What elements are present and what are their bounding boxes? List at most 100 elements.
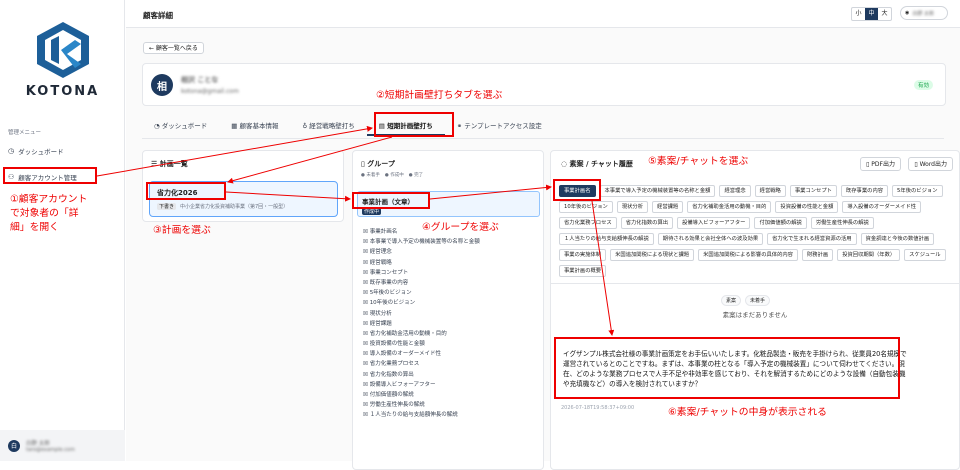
group-item[interactable]: ☒ 省力化業務プロセス — [363, 359, 480, 369]
tab-basic-info[interactable]: ▦ 顧客基本情報 — [219, 116, 290, 136]
group-title-text: グループ — [367, 160, 395, 168]
plan-list-title-text: 計画一覧 — [159, 160, 188, 168]
group-item-label: 10年後のビジョン — [369, 300, 416, 307]
customer-name: 相沢 ことな — [181, 76, 219, 84]
group-item-label: 省力化補助金活用の動機・目的 — [369, 330, 447, 337]
checkbox-icon: ☒ — [363, 310, 370, 317]
checkbox-icon: ☒ — [363, 381, 370, 388]
size-small-button[interactable]: 小 — [852, 8, 865, 20]
checkbox-icon: ☒ — [363, 279, 370, 286]
tab-dashboard[interactable]: ◔ ダッシュボード — [142, 116, 219, 136]
legend-done: ● 完了 — [408, 173, 424, 178]
section-chip[interactable]: 現状分析 — [616, 201, 649, 213]
section-chip[interactable]: 付加価値額の解説 — [754, 217, 807, 229]
section-chip[interactable]: 労働生産性伸長の解説 — [810, 217, 874, 229]
annotation-box-response — [554, 337, 900, 399]
group-item-label: 本事業で導入予定の機械装置等の名称と金額 — [369, 239, 480, 246]
group-item[interactable]: ☒ 10年後のビジョン — [363, 298, 480, 308]
section-chip[interactable]: 5年後のビジョン — [892, 185, 943, 197]
checkbox-icon: ☒ — [363, 320, 370, 327]
section-chip[interactable]: 既存事業の内容 — [840, 185, 889, 197]
logo-text: KOTONA — [25, 84, 100, 99]
checkbox-icon: ☒ — [363, 249, 370, 256]
group-item[interactable]: ☒ 付加価値額の解説 — [363, 390, 480, 400]
group-item-label: 経営戦略 — [369, 259, 392, 266]
annotation-step1-line: で対象者の「詳 — [10, 208, 79, 219]
section-chip[interactable]: 期待される効果と会社全体への波及効果 — [657, 233, 764, 245]
group-item[interactable]: ☒ 省力化補助金活用の動機・目的 — [363, 329, 480, 339]
group-item[interactable]: ☒ 本事業で導入予定の機械装置等の名称と金額 — [363, 237, 480, 247]
annotation-step5: ⑤素案/チャットを選ぶ — [648, 156, 749, 167]
pdf-export-button[interactable]: ▯ PDF出力 — [860, 157, 901, 171]
tab-strategy[interactable]: ♁ 経営戦略壁打ち — [290, 116, 366, 136]
legend-in-progress: ● 作成中 — [384, 173, 404, 178]
tab-bar: ◔ ダッシュボード ▦ 顧客基本情報 ♁ 経営戦略壁打ち ▤ 短期計画壁打ち ⚭… — [142, 116, 554, 136]
user-email: taro@example.com — [26, 446, 75, 453]
group-item[interactable]: ☒ １人当たりの給与支給額伸長の解説 — [363, 410, 480, 420]
group-item[interactable]: ☒ 5年後のビジョン — [363, 288, 480, 298]
group-item[interactable]: ☒ 経営戦略 — [363, 258, 480, 268]
section-chip[interactable]: 投資回収期間（年数） — [837, 249, 901, 261]
legend-label: 完了 — [414, 173, 424, 178]
section-chip[interactable]: 10年後のビジョン — [559, 201, 613, 213]
section-chip[interactable]: 経営戦略 — [754, 185, 786, 197]
section-chip[interactable]: 省力化指数の算出 — [620, 217, 674, 229]
tab-template-access[interactable]: ⚭ テンプレートアクセス設定 — [445, 116, 554, 136]
tab-label: 顧客基本情報 — [239, 122, 279, 130]
page-title: 顧客詳細 — [143, 11, 173, 20]
back-to-list-button[interactable]: ← 顧客一覧へ戻る — [143, 42, 204, 54]
word-export-button[interactable]: ▯ Word出力 — [908, 157, 953, 171]
size-large-button[interactable]: 大 — [878, 8, 891, 20]
section-chip[interactable]: スケジュール — [904, 249, 946, 261]
group-item[interactable]: ☒ 現状分析 — [363, 309, 480, 319]
group-item[interactable]: ☒ 経営理念 — [363, 247, 480, 257]
section-chip[interactable]: 本事業で導入予定の機械装置等の名称と金額 — [599, 185, 716, 197]
group-item[interactable]: ☒ 事業コンセプト — [363, 268, 480, 278]
group-item[interactable]: ☒ 経営課題 — [363, 319, 480, 329]
group-item-label: 現状分析 — [369, 310, 392, 317]
customer-avatar: 相 — [151, 74, 173, 96]
section-chip[interactable]: 省力化業務プロセス — [559, 217, 617, 229]
section-chip[interactable]: 経営課題 — [652, 201, 684, 213]
checkbox-icon: ☒ — [363, 259, 370, 266]
group-item-label: 設備導入ビフォーアフター — [369, 381, 436, 388]
section-chip[interactable]: 資金調達と今後の数値計画 — [860, 233, 935, 245]
group-item[interactable]: ☒ 設備導入ビフォーアフター — [363, 380, 480, 390]
checkbox-icon: ☒ — [363, 351, 370, 358]
section-chip[interactable]: 財務計画 — [801, 249, 834, 261]
group-item-label: １人当たりの給与支給額伸長の解説 — [369, 412, 458, 419]
section-chip[interactable]: 経営理念 — [719, 185, 751, 197]
tab-label: テンプレートアクセス設定 — [464, 122, 542, 130]
group-item-label: 事業コンセプト — [369, 269, 409, 276]
annotation-box-chip — [553, 179, 601, 201]
word-label: Word出力 — [919, 161, 947, 168]
section-chip[interactable]: 省力化補助金活用の動機・目的 — [687, 201, 772, 213]
group-item-label: 労働生産性伸長の解説 — [369, 402, 425, 409]
checkbox-icon: ☒ — [363, 229, 370, 235]
user-menu[interactable]: ◉ 白野 太郎 — [900, 6, 948, 20]
group-item[interactable]: ☒ 投資設備の性能と金額 — [363, 339, 480, 349]
section-chip[interactable]: 事業の実施体制 — [559, 249, 607, 261]
sidebar-user[interactable]: 白 白野 太郎 taro@example.com — [0, 430, 125, 461]
size-medium-button[interactable]: 中 — [865, 8, 878, 20]
section-chip[interactable]: 事業コンセプト — [789, 185, 837, 197]
sidebar-item-dashboard[interactable]: ◷ ダッシュボード — [8, 146, 64, 156]
kotona-logo-icon — [37, 22, 89, 78]
section-chip[interactable]: 設備導入ビフォーアフター — [677, 217, 751, 229]
group-item-label: 5年後のビジョン — [369, 290, 412, 297]
section-chip[interactable]: 米国追加関税による影響の具体的内容 — [698, 249, 798, 261]
annotation-box-tab — [374, 112, 454, 137]
section-chip[interactable]: 事業計画の概要 — [559, 265, 607, 277]
section-chip[interactable]: 導入設備のオーダーメイド性 — [842, 201, 922, 213]
group-item[interactable]: ☒ 労働生産性伸長の解説 — [363, 400, 480, 410]
group-legend: ● 未着手 ● 作成中 ● 完了 — [361, 172, 423, 178]
section-chip[interactable]: 省力化で生まれる経営資源の活用 — [767, 233, 857, 245]
group-item[interactable]: ☒ 既存事業の内容 — [363, 278, 480, 288]
section-chip[interactable]: 米国追加関税による現状と課題 — [610, 249, 695, 261]
section-chip[interactable]: １人当たりの給与支給額伸長の解説 — [559, 233, 654, 245]
draft-badge: 素案 — [721, 295, 742, 306]
group-item[interactable]: ☒ 導入設備のオーダーメイド性 — [363, 349, 480, 359]
section-chip[interactable]: 投資設備の性能と金額 — [775, 201, 839, 213]
checkbox-icon: ☒ — [363, 300, 370, 307]
group-item[interactable]: ☒ 省力化指数の算出 — [363, 370, 480, 380]
